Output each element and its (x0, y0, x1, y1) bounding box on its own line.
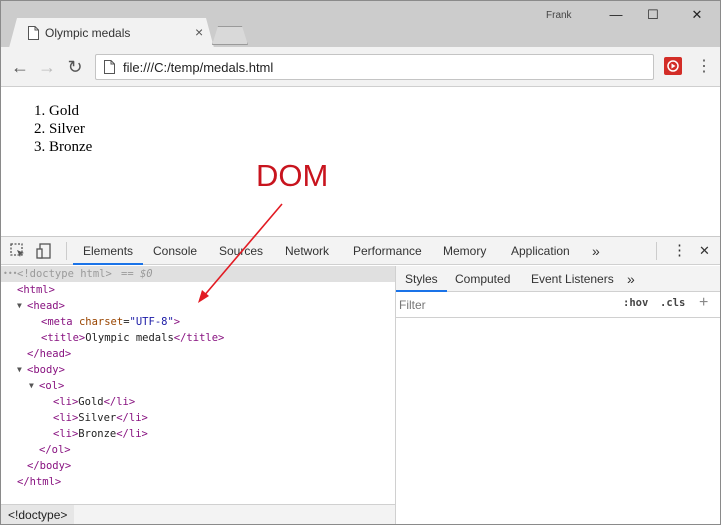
browser-tab[interactable]: Olympic medals × (9, 18, 214, 48)
page-icon (28, 26, 39, 40)
elements-tree: ••• <!doctype html> == $0 <html> ▼ <head… (1, 266, 395, 504)
dom-node-li[interactable]: <li>Silver</li> (1, 410, 395, 426)
expand-triangle-icon[interactable]: ▼ (17, 362, 22, 378)
tab-close-icon[interactable]: × (195, 24, 203, 40)
list-item: 3. Bronze (34, 139, 93, 155)
medal-list: 1. Gold 2. Silver 3. Bronze (34, 102, 92, 156)
maximize-icon[interactable]: ☐ (641, 5, 665, 25)
forward-arrow-icon[interactable]: → (36, 56, 58, 78)
tab-memory[interactable]: Memory (443, 237, 486, 265)
dom-node-ol[interactable]: ▼ <ol> (1, 378, 395, 394)
list-item: 1. Gold (34, 103, 79, 119)
breadcrumb: <!doctype> (1, 504, 395, 524)
devtools-toolbar: Elements Console Sources Network Perform… (1, 237, 720, 265)
inspect-element-icon[interactable] (9, 242, 27, 260)
dom-node-body[interactable]: ▼ <body> (1, 362, 395, 378)
tab-console[interactable]: Console (153, 237, 197, 265)
page-content: 1. Gold 2. Silver 3. Bronze (1, 88, 720, 236)
dom-node-title[interactable]: <title>Olympic medals</title> (1, 330, 395, 346)
toolbar-divider (656, 242, 657, 260)
tab-application[interactable]: Application (511, 237, 570, 265)
close-window-icon[interactable]: ✕ (685, 5, 709, 25)
device-toolbar-icon[interactable] (35, 242, 53, 260)
styles-tabbar: Styles Computed Event Listeners » (396, 266, 720, 292)
tab-title: Olympic medals (45, 26, 131, 40)
dom-node-head[interactable]: ▼ <head> (1, 298, 395, 314)
extension-record-icon[interactable] (664, 57, 682, 75)
dom-node-li[interactable]: <li>Bronze</li> (1, 426, 395, 442)
list-item: 2. Silver (34, 121, 85, 137)
expand-triangle-icon[interactable]: ▼ (29, 378, 34, 394)
dom-node-ol-close[interactable]: </ol> (1, 442, 395, 458)
annotation-label: DOM (256, 158, 329, 193)
hover-state-toggle[interactable]: :hov (623, 297, 648, 309)
browser-toolbar: ← → ↻ file:///C:/temp/medals.html ⋮ (1, 47, 720, 87)
browser-window: Olympic medals × Frank — ☐ ✕ ← → ↻ file:… (0, 0, 721, 525)
devtools-menu-icon[interactable]: ⋮ (672, 237, 687, 265)
devtools-close-icon[interactable]: ✕ (699, 237, 710, 265)
dom-node-head-close[interactable]: </head> (1, 346, 395, 362)
dom-node-html-close[interactable]: </html> (1, 474, 395, 490)
expand-triangle-icon[interactable]: ▼ (17, 298, 22, 314)
profile-name[interactable]: Frank (546, 10, 572, 21)
address-bar[interactable]: file:///C:/temp/medals.html (95, 54, 654, 80)
dom-node-html[interactable]: <html> (1, 282, 395, 298)
tab-event-listeners[interactable]: Event Listeners (531, 266, 614, 292)
dom-node-doctype[interactable]: ••• <!doctype html> == $0 (1, 266, 395, 282)
tab-computed[interactable]: Computed (455, 266, 510, 292)
tab-sources[interactable]: Sources (219, 237, 263, 265)
selected-node-marker: == $0 (121, 268, 153, 280)
browser-menu-icon[interactable]: ⋮ (696, 56, 712, 78)
styles-pane: Styles Computed Event Listeners » :hov .… (396, 266, 720, 524)
node-actions-icon[interactable]: ••• (3, 266, 17, 282)
url-text: file:///C:/temp/medals.html (123, 60, 274, 75)
styles-filter-input[interactable] (399, 295, 611, 315)
minimize-icon[interactable]: — (604, 5, 628, 25)
toolbar-divider (66, 242, 67, 260)
dom-node-body-close[interactable]: </body> (1, 458, 395, 474)
breadcrumb-item[interactable]: <!doctype> (1, 505, 75, 524)
more-tabs-icon[interactable]: » (627, 266, 635, 292)
more-tabs-icon[interactable]: » (592, 237, 600, 265)
tab-styles[interactable]: Styles (396, 266, 447, 292)
tab-strip: Olympic medals × Frank — ☐ ✕ (1, 1, 720, 48)
tab-elements[interactable]: Elements (73, 237, 144, 265)
class-toggle[interactable]: .cls (660, 297, 685, 309)
new-style-rule-icon[interactable]: + (699, 294, 708, 312)
dom-node-li[interactable]: <li>Gold</li> (1, 394, 395, 410)
new-tab-button[interactable] (212, 26, 248, 45)
styles-filter-row: :hov .cls + (396, 292, 720, 318)
tab-network[interactable]: Network (285, 237, 329, 265)
dom-node-meta[interactable]: <meta charset="UTF-8"> (1, 314, 395, 330)
page-icon (104, 60, 115, 74)
tab-performance[interactable]: Performance (353, 237, 422, 265)
devtools-panel: Elements Console Sources Network Perform… (1, 236, 720, 524)
reload-icon[interactable]: ↻ (64, 56, 86, 78)
back-arrow-icon[interactable]: ← (9, 56, 31, 78)
